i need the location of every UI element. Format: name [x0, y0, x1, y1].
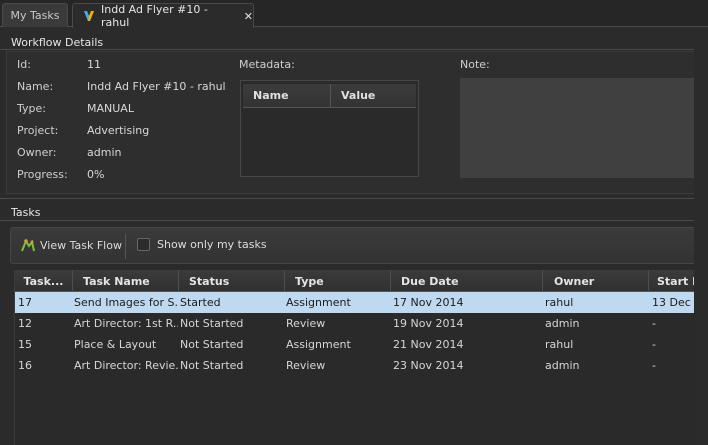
tasks-toolbar: View Task Flow Show only my tasks [10, 227, 708, 264]
field-label-type: Type: [17, 102, 46, 115]
tab-workflow-label: Indd Ad Flyer #10 - rahul [101, 3, 208, 29]
field-value-progress: 0% [87, 168, 105, 181]
cell-due-date: 23 Nov 2014 [393, 359, 464, 372]
cell-task-id: 12 [18, 317, 32, 330]
cell-start-date: - [652, 338, 656, 351]
metadata-table: Name Value [240, 80, 419, 177]
cell-task-name: Art Director: Revie... [74, 359, 178, 372]
cell-type: Review [286, 359, 326, 372]
window-right-edge [694, 28, 708, 445]
workflow-icon [83, 10, 95, 22]
cell-task-name: Send Images for S... [74, 296, 178, 309]
view-task-flow-button[interactable]: View Task Flow [20, 237, 122, 253]
cell-type: Review [286, 317, 326, 330]
tab-my-tasks[interactable]: My Tasks [2, 3, 68, 27]
field-value-id: 11 [87, 58, 101, 71]
metadata-label: Metadata: [239, 58, 295, 71]
column-status[interactable]: Status [179, 270, 285, 292]
cell-owner: rahul [545, 296, 574, 309]
tasks-title: Tasks [11, 206, 41, 219]
tab-my-tasks-label: My Tasks [10, 9, 60, 22]
cell-status: Not Started [180, 317, 244, 330]
show-only-my-tasks-label: Show only my tasks [157, 238, 267, 251]
cell-due-date: 17 Nov 2014 [393, 296, 464, 309]
workflow-details-title: Workflow Details [11, 36, 104, 49]
cell-due-date: 21 Nov 2014 [393, 338, 464, 351]
note-label: Note: [460, 58, 490, 71]
cell-task-id: 17 [18, 296, 32, 309]
cell-task-name: Art Director: 1st R... [74, 317, 178, 330]
field-value-project: Advertising [87, 124, 150, 137]
metadata-table-header: Name Value [243, 84, 416, 108]
table-row[interactable]: 12 Art Director: 1st R... Not Started Re… [15, 313, 708, 334]
cell-task-id: 16 [18, 359, 32, 372]
cell-due-date: 19 Nov 2014 [393, 317, 464, 330]
field-label-project: Project: [17, 124, 59, 137]
view-task-flow-label: View Task Flow [40, 238, 122, 252]
cell-start-date: - [652, 317, 656, 330]
cell-type: Assignment [286, 338, 351, 351]
cell-owner: rahul [545, 338, 574, 351]
field-label-name: Name: [17, 80, 54, 93]
table-row[interactable]: 16 Art Director: Revie... Not Started Re… [15, 355, 708, 376]
table-row[interactable]: 17 Send Images for S... Started Assignme… [15, 292, 708, 313]
divider [0, 49, 708, 50]
field-label-owner: Owner: [17, 146, 57, 159]
table-row[interactable]: 15 Place & Layout Not Started Assignment… [15, 334, 708, 355]
column-task-name[interactable]: Task Name [73, 270, 179, 292]
cell-task-name: Place & Layout [74, 338, 157, 351]
tasks-table: Task... Task Name Status Type Due Date O… [14, 270, 708, 445]
divider [0, 198, 708, 199]
note-textarea[interactable] [460, 78, 708, 178]
tab-bar: My Tasks Indd Ad Flyer #10 - rahul ✕ [0, 0, 708, 29]
column-type[interactable]: Type [285, 270, 391, 292]
cell-owner: admin [545, 317, 580, 330]
field-value-name: Indd Ad Flyer #10 - rahul [87, 80, 226, 93]
field-label-id: Id: [17, 58, 31, 71]
task-flow-icon [20, 237, 36, 253]
show-only-my-tasks-toggle[interactable]: Show only my tasks [137, 238, 267, 251]
cell-status: Not Started [180, 338, 244, 351]
tab-workflow[interactable]: Indd Ad Flyer #10 - rahul ✕ [72, 3, 254, 29]
metadata-column-name[interactable]: Name [243, 84, 331, 107]
cell-status: Not Started [180, 359, 244, 372]
cell-type: Assignment [286, 296, 351, 309]
column-task-id[interactable]: Task... [15, 270, 73, 292]
toolbar-separator [125, 234, 126, 259]
cell-start-date: - [652, 359, 656, 372]
field-value-owner: admin [87, 146, 122, 159]
column-due-date[interactable]: Due Date [391, 270, 543, 292]
divider [0, 220, 708, 221]
field-value-type: MANUAL [87, 102, 134, 115]
metadata-column-value[interactable]: Value [331, 89, 375, 102]
cell-status: Started [180, 296, 221, 309]
tasks-table-header: Task... Task Name Status Type Due Date O… [15, 270, 708, 292]
column-owner[interactable]: Owner [543, 270, 649, 292]
show-only-my-tasks-checkbox[interactable] [137, 238, 150, 251]
field-label-progress: Progress: [17, 168, 68, 181]
cell-task-id: 15 [18, 338, 32, 351]
close-icon[interactable]: ✕ [244, 10, 253, 23]
cell-owner: admin [545, 359, 580, 372]
